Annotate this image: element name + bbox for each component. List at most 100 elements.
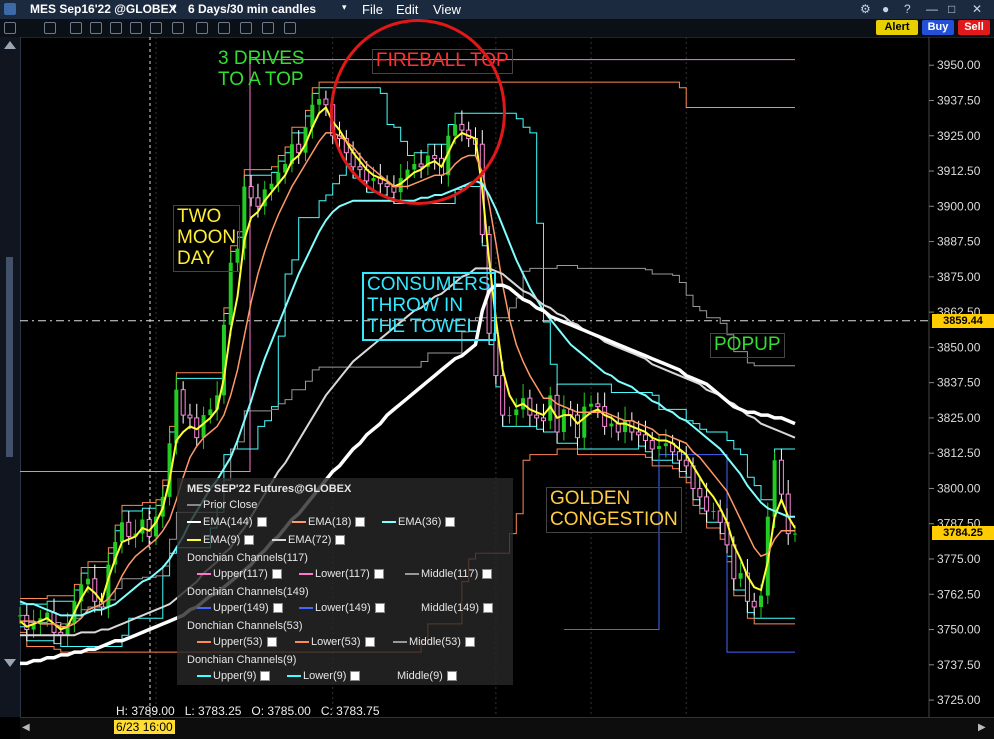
legend-donchian-149[interactable]: Donchian Channels(149) bbox=[187, 586, 309, 598]
legend-d53-upper[interactable]: Upper(53) bbox=[197, 636, 277, 648]
candle-body bbox=[704, 496, 710, 512]
legend-d117-upper[interactable]: Upper(117) bbox=[197, 568, 282, 580]
y-tick-label: 3837.50 bbox=[937, 376, 981, 390]
candle-body bbox=[126, 521, 132, 537]
candle-body bbox=[582, 406, 587, 438]
candle-body bbox=[514, 409, 519, 416]
candle-body bbox=[574, 414, 580, 439]
candle-body bbox=[187, 414, 193, 419]
legend-donchian-53[interactable]: Donchian Channels(53) bbox=[187, 620, 303, 632]
legend-ema36[interactable]: EMA(36) bbox=[382, 516, 456, 528]
candle-body bbox=[697, 487, 703, 498]
candle-body bbox=[92, 578, 98, 602]
candle-body bbox=[85, 578, 90, 585]
candle-body bbox=[793, 533, 797, 535]
candle-body bbox=[642, 434, 648, 441]
y-tick-label: 3737.50 bbox=[937, 658, 981, 672]
legend-donchian-117[interactable]: Donchian Channels(117) bbox=[187, 552, 308, 564]
y-tick-label: 3850.00 bbox=[937, 340, 981, 354]
y-tick-label: 3762.50 bbox=[937, 587, 981, 601]
candle-body bbox=[738, 573, 743, 579]
y-tick-label: 3775.00 bbox=[937, 552, 981, 566]
candle-body bbox=[561, 409, 566, 433]
y-tick-label: 3725.00 bbox=[937, 693, 981, 707]
candle-body bbox=[676, 451, 682, 461]
y-tick-label: 3937.50 bbox=[937, 93, 981, 107]
y-tick-label: 3875.00 bbox=[937, 270, 981, 284]
y-tick-label: 3912.50 bbox=[937, 164, 981, 178]
legend-d9-middle[interactable]: Middle(9) bbox=[397, 670, 457, 682]
legend-d53-middle[interactable]: Middle(53) bbox=[393, 636, 475, 648]
legend-ema144[interactable]: EMA(144) bbox=[187, 516, 267, 528]
candle-body bbox=[663, 443, 668, 447]
candle-body bbox=[615, 423, 621, 433]
candle-body bbox=[323, 98, 329, 106]
annotation-consumers: CONSUMERS THROW IN THE TOWEL bbox=[362, 272, 496, 341]
candle-body bbox=[174, 389, 179, 444]
candle-body bbox=[540, 417, 546, 422]
legend-d149-lower[interactable]: Lower(149) bbox=[299, 602, 385, 614]
legend-ema9[interactable]: EMA(9) bbox=[187, 534, 255, 546]
candle-body bbox=[119, 522, 124, 543]
y-tick-label: 3900.00 bbox=[937, 199, 981, 213]
candle-body bbox=[527, 397, 533, 416]
legend-d149-upper[interactable]: Upper(149) bbox=[197, 602, 283, 614]
candle-body bbox=[711, 511, 716, 513]
crosshair-time-label: 6/23 16:00 bbox=[114, 720, 175, 734]
y-tick-label: 3950.00 bbox=[937, 58, 981, 72]
legend-d53-lower[interactable]: Lower(53) bbox=[295, 636, 375, 648]
candle-body bbox=[649, 439, 655, 450]
legend-d117-middle[interactable]: Middle(117) bbox=[405, 568, 493, 580]
candle-body bbox=[636, 431, 642, 436]
candle-body bbox=[589, 403, 594, 407]
candle-body bbox=[500, 375, 506, 416]
legend-d149-middle[interactable]: Middle(149) bbox=[405, 602, 494, 614]
candle-body bbox=[255, 197, 261, 207]
legend-d117-lower[interactable]: Lower(117) bbox=[299, 568, 384, 580]
scroll-right-icon[interactable]: ▶ bbox=[978, 722, 986, 733]
y-tick-label: 3812.50 bbox=[937, 446, 981, 460]
candle-body bbox=[140, 519, 145, 534]
candle-body bbox=[248, 186, 254, 199]
legend-prior-close[interactable]: Prior Close bbox=[187, 499, 257, 511]
candle-body bbox=[609, 423, 614, 427]
time-axis-bar: 6/23 16:00 H: 3789.00 L: 3783.25 O: 3785… bbox=[20, 704, 994, 739]
y-tick-label: 3800.00 bbox=[937, 481, 981, 495]
annotation-popup: POPUP bbox=[710, 333, 785, 358]
ohlc-readout: H: 3789.00 L: 3783.25 O: 3785.00 C: 3783… bbox=[116, 704, 380, 718]
candle-body bbox=[507, 415, 512, 417]
candle-body bbox=[201, 415, 206, 438]
last-price-tag: 3784.25 bbox=[932, 525, 994, 540]
legend-d9-lower[interactable]: Lower(9) bbox=[287, 670, 361, 682]
scroll-left-icon[interactable]: ◀ bbox=[22, 722, 30, 733]
candle-body bbox=[208, 409, 213, 416]
annotation-three-drives: 3 DRIVES TO A TOP bbox=[218, 48, 305, 90]
candle-body bbox=[595, 403, 601, 408]
crosshair-price-tag: 3859.44 bbox=[932, 313, 994, 328]
legend-title: MES SEP'22 Futures@GLOBEX bbox=[187, 483, 352, 495]
annotation-golden-congestion: GOLDEN CONGESTION bbox=[546, 487, 682, 533]
candle-body bbox=[180, 389, 186, 416]
indicator-legend[interactable]: MES SEP'22 Futures@GLOBEX Prior Close EM… bbox=[177, 478, 513, 685]
legend-d9-upper[interactable]: Upper(9) bbox=[197, 670, 271, 682]
candle-body bbox=[751, 600, 757, 608]
donchian-149-lower bbox=[563, 454, 795, 653]
fireball-circle bbox=[330, 19, 506, 205]
candle-body bbox=[534, 414, 540, 419]
candle-body bbox=[623, 420, 628, 433]
legend-ema18[interactable]: EMA(18) bbox=[292, 516, 366, 528]
legend-ema72[interactable]: EMA(72) bbox=[272, 534, 346, 546]
annotation-two-moon-day: TWO MOON DAY bbox=[173, 205, 241, 272]
candle-body bbox=[657, 446, 662, 449]
candle-body bbox=[228, 262, 233, 325]
legend-donchian-9[interactable]: Donchian Channels(9) bbox=[187, 654, 296, 666]
candle-body bbox=[18, 615, 22, 617]
candle-body bbox=[269, 183, 274, 190]
candle-body bbox=[317, 99, 322, 105]
y-tick-label: 3750.00 bbox=[937, 623, 981, 637]
y-tick-label: 3887.50 bbox=[937, 235, 981, 249]
candle-body bbox=[683, 459, 689, 467]
y-tick-label: 3925.00 bbox=[937, 129, 981, 143]
candle-body bbox=[772, 460, 777, 517]
candle-body bbox=[778, 459, 784, 495]
